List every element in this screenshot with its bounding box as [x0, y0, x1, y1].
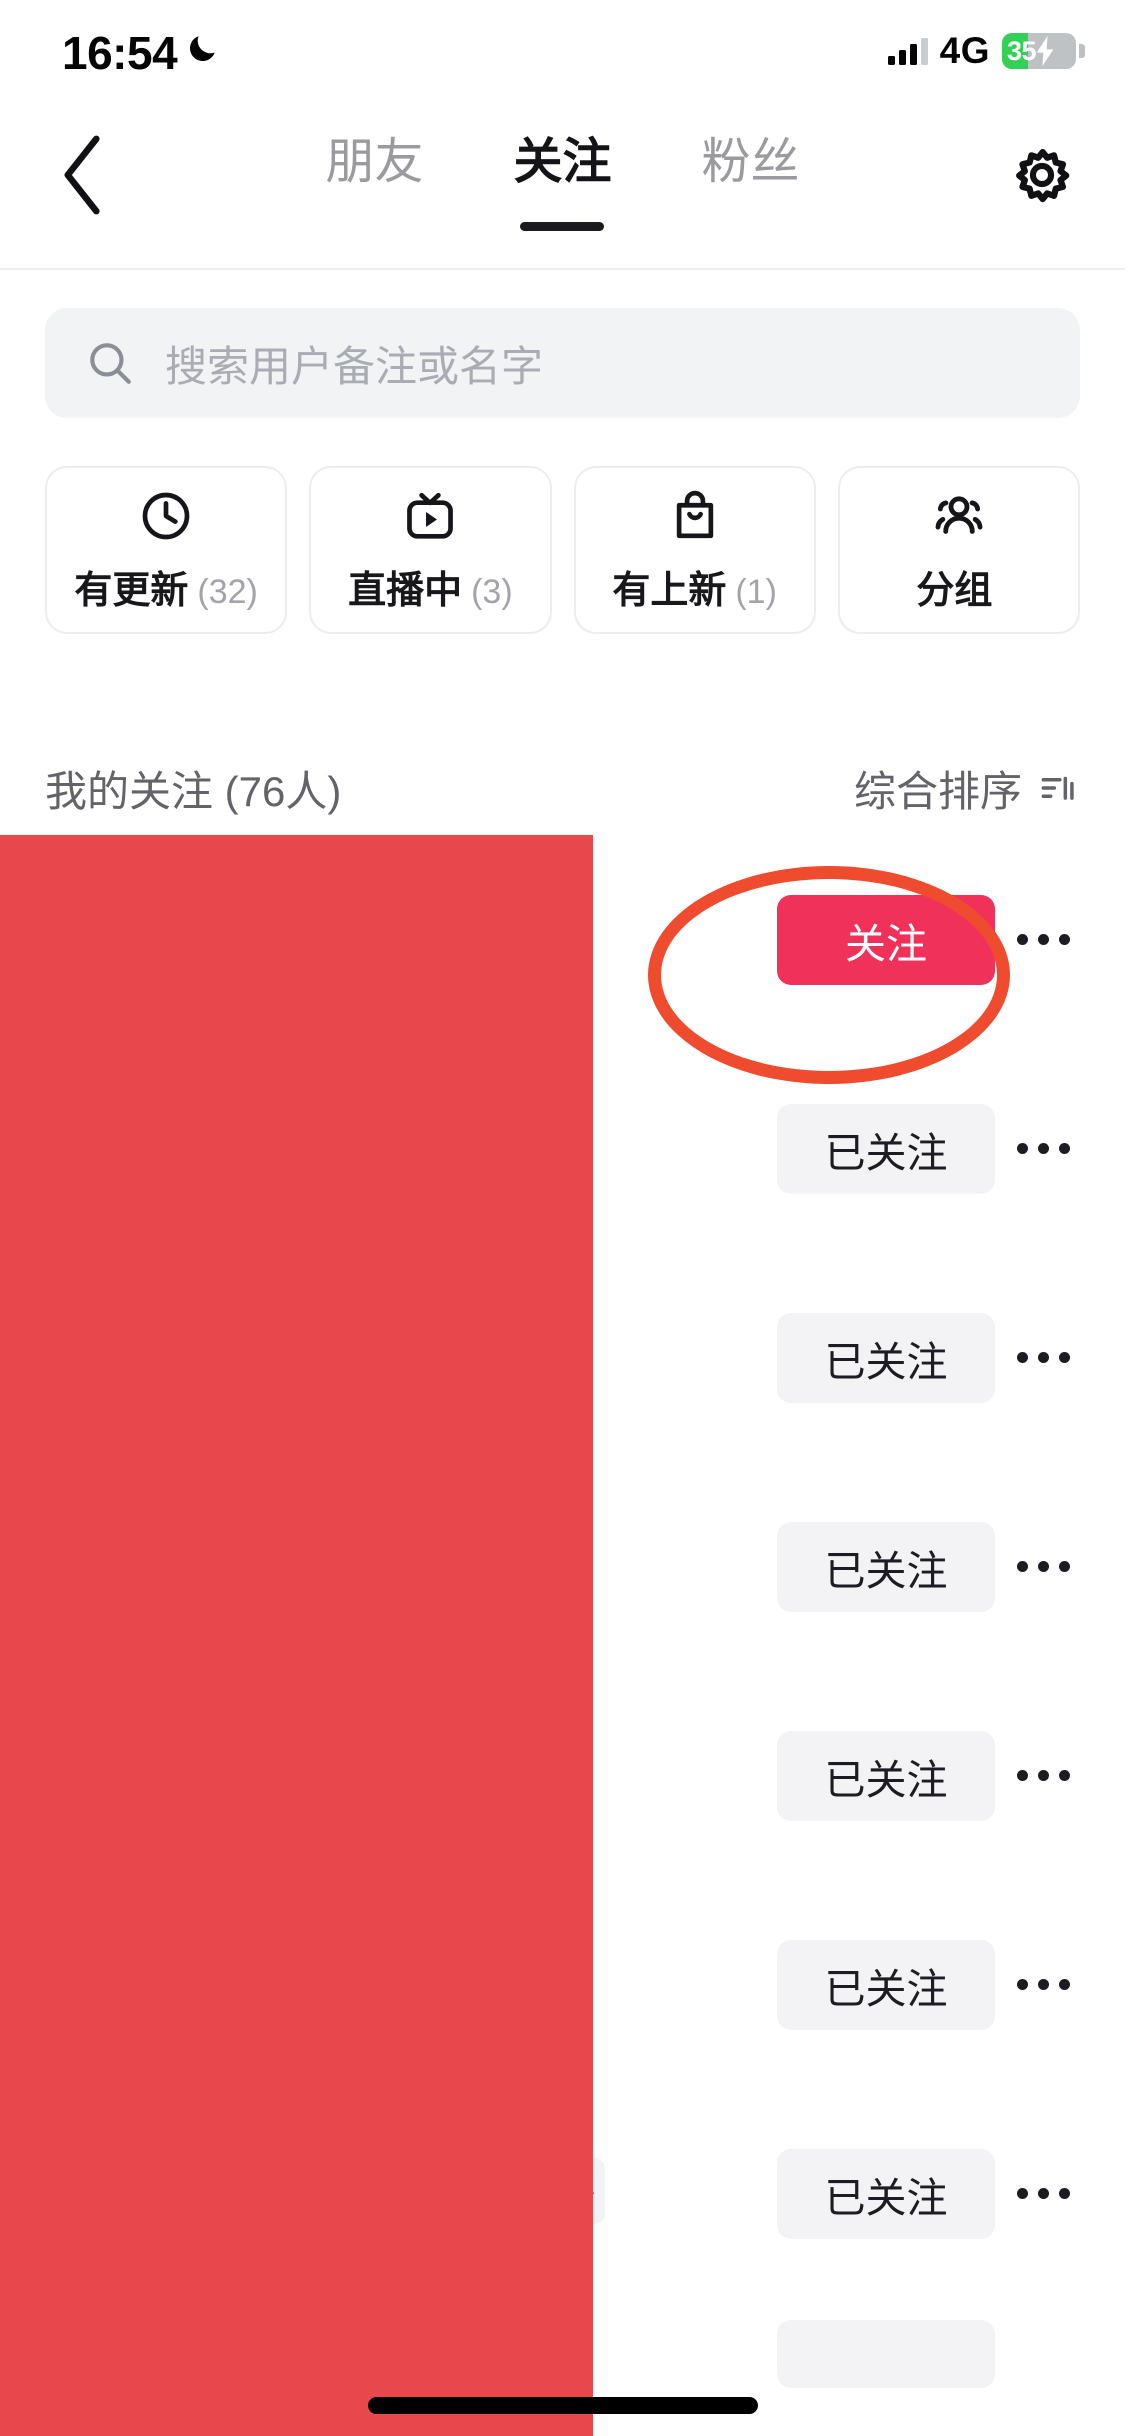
filter-chip-newitems-count: (1)	[735, 572, 777, 611]
tab-friends[interactable]: 朋友	[319, 138, 429, 187]
network-type-label: 4G	[939, 30, 990, 71]
filter-chip-updates-count: (32)	[197, 572, 258, 611]
phone-screen: 16:54 4G 35 朋友 关注 粉丝 搜索用户备注或名字 有更新 (32) …	[0, 0, 1125, 2436]
battery-level-label: 35	[1007, 35, 1037, 66]
more-options-button[interactable]	[995, 1522, 1091, 1612]
filter-chip-updates[interactable]: 有更新 (32)	[45, 466, 288, 634]
filter-chip-newitems-label: 有上新	[612, 569, 727, 612]
more-options-button[interactable]	[995, 1940, 1091, 2030]
navigation-bar: 朋友 关注 粉丝	[0, 90, 1125, 270]
status-right-cluster: 4G 35	[887, 30, 1085, 72]
filter-chip-row: 有更新 (32) 直播中 (3) 有上新 (1) 分组	[45, 466, 1080, 634]
follow-button-label: 已关注	[824, 1756, 948, 1803]
row-actions: 已关注	[777, 1671, 1125, 1880]
charging-bolt-icon	[1036, 36, 1054, 66]
section-header: 我的关注 (76人) 综合排序	[0, 742, 1125, 834]
redaction-overlay	[0, 835, 593, 2436]
follow-button-label: 已关注	[824, 1338, 948, 1385]
follow-button[interactable]: 已关注	[777, 1521, 995, 1612]
follow-button-label: 已关注	[824, 1965, 948, 2012]
battery-icon: 35	[1002, 33, 1085, 69]
follow-button-label: 已关注	[824, 1547, 948, 1594]
sort-icon	[1041, 776, 1074, 800]
filter-chip-groups[interactable]: 分组	[837, 466, 1080, 634]
follow-button[interactable]	[777, 2320, 995, 2388]
filter-chip-live-label: 直播中	[348, 569, 463, 612]
clock-icon	[137, 487, 195, 545]
more-options-button[interactable]	[995, 1313, 1091, 1403]
tab-following-label: 关注	[513, 135, 612, 189]
row-actions: 已关注	[777, 1880, 1125, 2089]
row-actions: 已关注	[777, 1462, 1125, 1671]
filter-chip-groups-label: 分组	[916, 569, 993, 612]
tab-following[interactable]: 关注	[507, 135, 617, 231]
tab-fans[interactable]: 粉丝	[696, 138, 806, 187]
status-bar: 16:54 4G 35	[0, 0, 1125, 90]
live-tv-icon	[401, 487, 459, 545]
tab-friends-label: 朋友	[325, 135, 424, 189]
follow-button[interactable]: 已关注	[777, 1312, 995, 1403]
signal-strength-icon	[887, 37, 928, 65]
follow-button[interactable]: 已关注	[777, 1103, 995, 1194]
more-options-button[interactable]	[995, 1104, 1091, 1194]
status-time: 16:54	[62, 27, 178, 79]
section-title: 我的关注 (76人)	[45, 767, 342, 815]
more-options-button[interactable]	[995, 2149, 1091, 2239]
follow-button[interactable]: 已关注	[777, 1730, 995, 1821]
annotation-ellipse	[648, 866, 1010, 1084]
people-group-icon	[930, 487, 988, 545]
follow-button-label: 已关注	[824, 2174, 948, 2221]
crescent-moon-icon	[189, 36, 215, 62]
search-icon	[90, 343, 131, 384]
settings-button[interactable]	[999, 132, 1085, 218]
more-options-button[interactable]	[995, 2298, 1091, 2388]
shopping-bag-icon	[666, 487, 724, 545]
sort-button[interactable]: 综合排序	[854, 758, 1080, 819]
gear-icon	[1016, 148, 1070, 203]
filter-chip-live[interactable]: 直播中 (3)	[309, 466, 552, 634]
tab-active-underline	[520, 222, 605, 231]
sort-label: 综合排序	[853, 767, 1022, 815]
filter-chip-live-count: (3)	[471, 572, 513, 611]
row-actions	[777, 2298, 1125, 2388]
row-actions: 已关注	[777, 2089, 1125, 2298]
follow-button-label: 已关注	[824, 1129, 948, 1176]
follow-button[interactable]: 已关注	[777, 2148, 995, 2239]
search-input[interactable]: 搜索用户备注或名字	[45, 308, 1080, 418]
tab-fans-label: 粉丝	[701, 135, 800, 189]
search-placeholder: 搜索用户备注或名字	[165, 342, 544, 390]
row-actions: 已关注	[777, 1253, 1125, 1462]
filter-chip-updates-label: 有更新	[74, 569, 189, 612]
more-options-button[interactable]	[995, 1731, 1091, 1821]
profile-tabs: 朋友 关注 粉丝	[0, 90, 1125, 270]
follow-button[interactable]: 已关注	[777, 1939, 995, 2030]
filter-chip-newitems[interactable]: 有上新 (1)	[573, 466, 816, 634]
home-indicator[interactable]	[367, 2397, 758, 2414]
